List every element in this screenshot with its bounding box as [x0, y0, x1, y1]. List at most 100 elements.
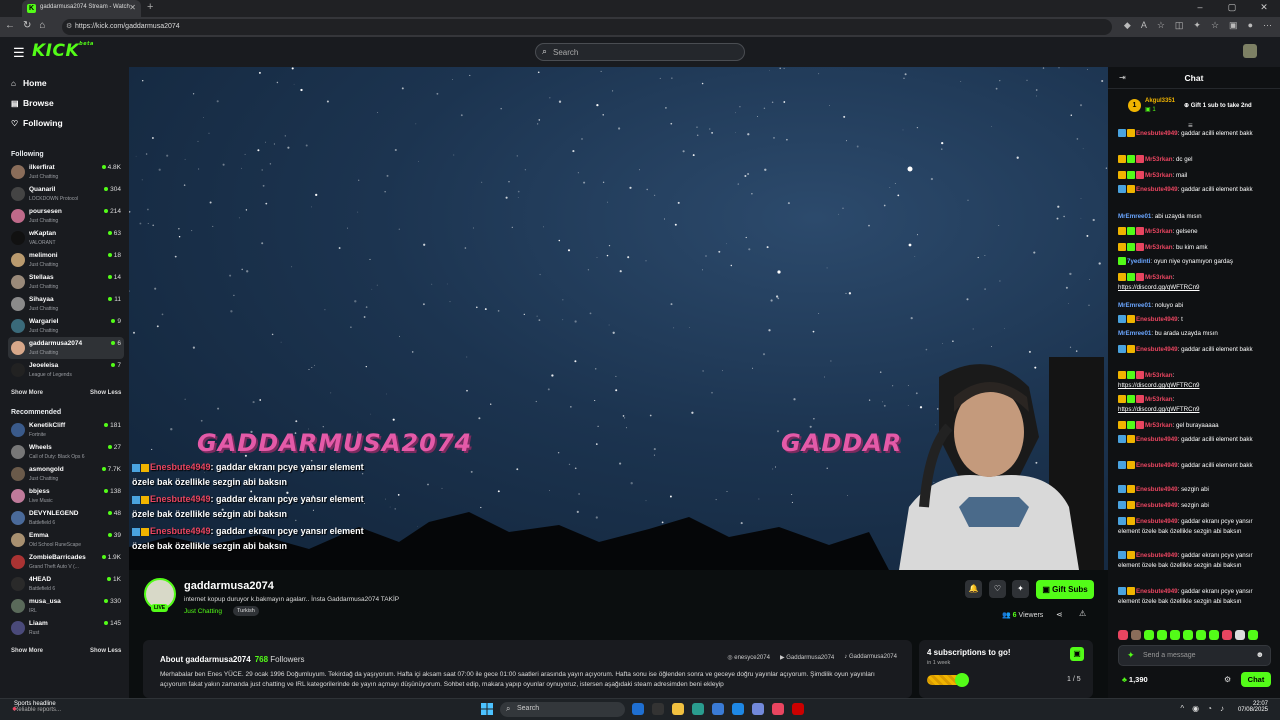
- back-icon[interactable]: ←: [5, 20, 15, 31]
- read-aloud-icon[interactable]: A: [1141, 20, 1147, 31]
- tray-app-icon[interactable]: ◉: [1192, 704, 1199, 713]
- show-less-recommended[interactable]: Show Less: [90, 648, 121, 654]
- chat-username[interactable]: Enesbute4949: [1136, 486, 1178, 493]
- sidebar-channel[interactable]: bbjess Live Music 138: [8, 485, 124, 507]
- emote-icon[interactable]: [1118, 630, 1128, 640]
- chat-sparkle-icon[interactable]: ✦: [1127, 650, 1135, 661]
- sidebar-channel[interactable]: Emma Old School RuneScape 39: [8, 529, 124, 551]
- unfollow-heart-icon[interactable]: ♡: [989, 580, 1006, 598]
- app-icon[interactable]: [652, 703, 664, 715]
- sidebar-channel[interactable]: musa_usa IRL 330: [8, 595, 124, 617]
- show-less-following[interactable]: Show Less: [90, 390, 121, 396]
- edge-icon[interactable]: [692, 703, 704, 715]
- chat-username[interactable]: Mr53rkan: [1145, 244, 1173, 251]
- youtube-link[interactable]: ▶ Gaddarmusa2074: [780, 654, 834, 661]
- user-avatar[interactable]: [1243, 44, 1257, 58]
- channel-points[interactable]: ♣ 1,390: [1122, 675, 1148, 684]
- notification-bell-icon[interactable]: 🔔: [965, 580, 982, 598]
- menu-dots-icon[interactable]: ⋯: [1263, 20, 1272, 31]
- chat-settings-gear-icon[interactable]: ⚙: [1224, 675, 1231, 684]
- chat-send-button[interactable]: Chat: [1241, 672, 1271, 687]
- show-more-following[interactable]: Show More: [11, 390, 43, 396]
- app-icon[interactable]: [792, 703, 804, 715]
- taskbar-search[interactable]: ⌕ Search: [500, 702, 625, 717]
- chat-username[interactable]: Enesbute4949: [1136, 462, 1178, 469]
- emote-icon[interactable]: [1183, 630, 1193, 640]
- instagram-link[interactable]: ◎ enesyce2074: [727, 654, 770, 661]
- sidebar-item-home[interactable]: ⌂ Home: [11, 78, 47, 88]
- chat-username[interactable]: Mr53rkan: [1145, 396, 1173, 403]
- news-widget[interactable]: ● Sports headline Reliable reports...: [12, 701, 61, 713]
- report-warning-icon[interactable]: ⚠: [1079, 609, 1086, 618]
- emote-icon[interactable]: [1131, 630, 1141, 640]
- reload-icon[interactable]: ↻: [23, 20, 31, 31]
- clock[interactable]: 22:07 07/08/2025: [1238, 701, 1268, 713]
- chat-username[interactable]: Enesbute4949: [1136, 436, 1178, 443]
- windows-start-icon[interactable]: [481, 703, 493, 715]
- address-bar[interactable]: ⚙ https://kick.com/gaddarmusa2074: [62, 19, 1112, 35]
- sidebar-channel[interactable]: poursesen Just Chatting 214: [8, 205, 124, 227]
- chat-username[interactable]: Mr53rkan: [1145, 372, 1173, 379]
- sidebar-channel[interactable]: asmongold Just Chatting 7.7K: [8, 463, 124, 485]
- app-icon[interactable]: [712, 703, 724, 715]
- emote-icon[interactable]: [1209, 630, 1219, 640]
- chat-username[interactable]: Enesbute4949: [1136, 518, 1178, 525]
- sidebar-channel[interactable]: Wheels Call of Duty: Black Ops 6 27: [8, 441, 124, 463]
- sidebar-channel[interactable]: melimoni Just Chatting 18: [8, 249, 124, 271]
- sidebar-channel[interactable]: Quanaril LOCKDOWN Protocol 304: [8, 183, 124, 205]
- emote-icon[interactable]: [1222, 630, 1232, 640]
- maximize-icon[interactable]: ▢: [1216, 0, 1248, 17]
- kick-logo[interactable]: KICKbeta: [32, 41, 94, 61]
- sidebar-channel[interactable]: DEVYNLEGEND Battlefield 6 48: [8, 507, 124, 529]
- minimize-icon[interactable]: –: [1184, 0, 1216, 17]
- sidebar-item-browse[interactable]: ▤ Browse: [11, 98, 54, 108]
- close-window-icon[interactable]: ✕: [1248, 0, 1280, 17]
- video-player[interactable]: GADDARMUSA2074 GADDAR Enesbute4949: gadd…: [129, 67, 1108, 570]
- search-input[interactable]: ⌕ Search: [535, 43, 745, 61]
- emote-icon[interactable]: [1248, 630, 1258, 640]
- chat-username[interactable]: Enesbute4949: [1136, 552, 1178, 559]
- favorites-icon[interactable]: ☆: [1211, 20, 1219, 31]
- chat-username[interactable]: Mr53rkan: [1145, 156, 1173, 163]
- chat-message-input[interactable]: ✦ Send a message ☻: [1118, 645, 1271, 666]
- chat-link[interactable]: https://discord.gg/qWFTRCn9: [1118, 406, 1200, 413]
- browser-tab[interactable]: K gaddarmusa2074 Stream - Watch ✕: [22, 0, 141, 17]
- sidebar-item-following[interactable]: ♡ Following: [11, 118, 63, 128]
- stream-category[interactable]: Just Chatting: [184, 608, 222, 615]
- chat-link[interactable]: https://discord.gg/qWFTRCn9: [1118, 284, 1200, 291]
- chat-username[interactable]: Mr53rkan: [1145, 172, 1173, 179]
- tray-chevron-icon[interactable]: ^: [1180, 704, 1184, 713]
- sidebar-channel[interactable]: Stellaas Just Chatting 14: [8, 271, 124, 293]
- sidebar-channel[interactable]: ilkerfirat Just Chatting 4.8K: [8, 161, 124, 183]
- close-tab-icon[interactable]: ✕: [129, 3, 136, 12]
- chat-username[interactable]: MrEmree01: [1118, 213, 1151, 220]
- gift-subs-button[interactable]: ▣ Gift Subs: [1036, 580, 1094, 599]
- chrome-icon[interactable]: [772, 703, 784, 715]
- channel-name[interactable]: gaddarmusa2074: [184, 580, 274, 592]
- file-explorer-icon[interactable]: [672, 703, 684, 715]
- emote-icon[interactable]: [1235, 630, 1245, 640]
- emote-icon[interactable]: [1170, 630, 1180, 640]
- language-tag[interactable]: Turkish: [233, 606, 259, 616]
- network-icon[interactable]: ◔: [1207, 704, 1212, 713]
- collections-icon[interactable]: ▣: [1229, 20, 1238, 31]
- app-icon[interactable]: [632, 703, 644, 715]
- chat-username[interactable]: Enesbute4949: [1136, 186, 1178, 193]
- hamburger-menu-icon[interactable]: ☰: [13, 45, 25, 61]
- outlook-icon[interactable]: [732, 703, 744, 715]
- chat-username[interactable]: MrEmree01: [1118, 302, 1151, 309]
- volume-icon[interactable]: ♪: [1220, 704, 1224, 713]
- sidebar-channel[interactable]: gaddarmusa2074 Just Chatting 6: [8, 337, 124, 359]
- chat-username[interactable]: Enesbute4949: [1136, 502, 1178, 509]
- sidebar-channel[interactable]: Jeoeleisa League of Legends 7: [8, 359, 124, 381]
- tiktok-link[interactable]: ♪ Gaddarmusa2074: [844, 654, 897, 661]
- profile-icon[interactable]: ●: [1248, 20, 1253, 31]
- chat-link[interactable]: https://discord.gg/qWFTRCn9: [1118, 382, 1200, 389]
- sidebar-channel[interactable]: Liaam Rust 145: [8, 617, 124, 639]
- emote-icon[interactable]: [1196, 630, 1206, 640]
- sidebar-channel[interactable]: 4HEAD Battlefield 6 1K: [8, 573, 124, 595]
- chat-username[interactable]: 7yedinti: [1127, 258, 1150, 265]
- new-tab-icon[interactable]: +: [147, 1, 153, 13]
- sidebar-channel[interactable]: Sihayaa Just Chatting 11: [8, 293, 124, 315]
- pinned-gift-banner[interactable]: 1 Akgul3351 ▣ 1 ⊕ Gift 1 sub to take 2nd: [1126, 96, 1276, 116]
